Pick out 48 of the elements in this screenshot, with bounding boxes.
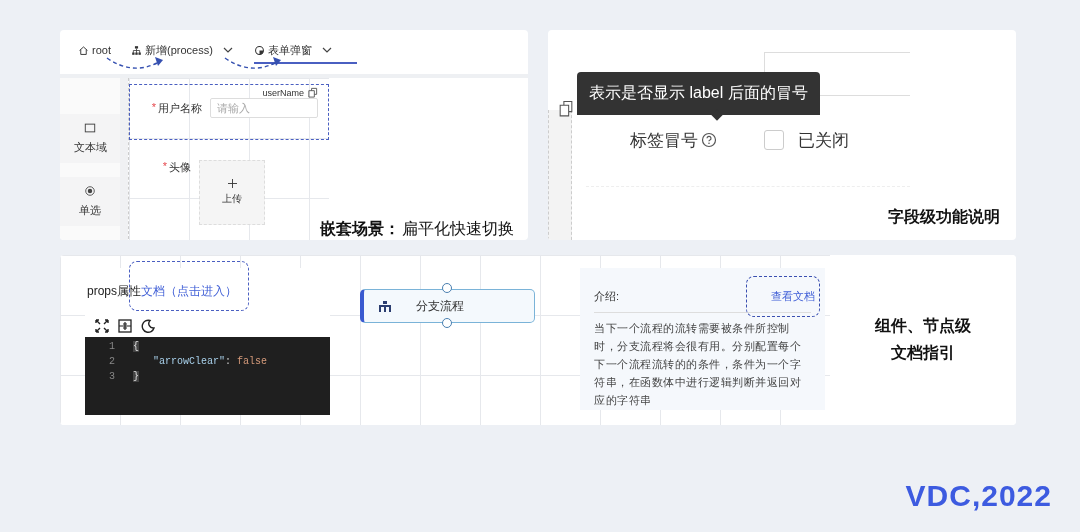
field-label: 用户名称 — [158, 100, 202, 116]
intro-description: 当下一个流程的流转需要被条件所控制时，分支流程将会很有用。分别配置每个下一个流程流转的的条件，条件为一个字符串，在函数体中进行逻辑判断并返回对应的字符串 — [594, 321, 802, 408]
field-label: 头像 — [169, 160, 191, 175]
tooltip: 表示是否显示 label 后面的冒号 — [577, 72, 820, 121]
breadcrumb-tab[interactable]: root — [78, 44, 111, 62]
line-number: 1 — [108, 341, 116, 352]
breadcrumb-tab[interactable]: 新增(process) — [130, 42, 234, 64]
dashed-arrow — [222, 56, 284, 72]
status-text: 已关闭 — [798, 129, 849, 152]
required-mark: * — [162, 160, 167, 174]
caption-subtitle: 扁平化快速切换 — [402, 219, 514, 239]
required-mark: * — [151, 100, 156, 115]
component-item[interactable]: 文本域 — [60, 114, 120, 163]
caption-title: 文档指引 — [891, 343, 955, 363]
component-item[interactable]: 单选 — [60, 177, 120, 226]
hierarchy-icon — [130, 44, 142, 56]
docs-link[interactable]: 文档（点击进入） — [141, 283, 238, 300]
input-field[interactable]: 请输入 — [210, 98, 318, 118]
format-icon[interactable] — [118, 319, 132, 333]
help-icon[interactable] — [701, 132, 717, 148]
intro-label: 介绍: — [594, 288, 620, 304]
checkbox[interactable] — [764, 130, 784, 150]
line-number: 3 — [108, 371, 116, 382]
field-key: userName — [262, 87, 304, 98]
half-circle-icon — [253, 44, 265, 56]
radio-icon — [84, 185, 96, 197]
copy-icon[interactable] — [307, 87, 318, 98]
connection-port[interactable] — [442, 318, 452, 328]
fullscreen-icon[interactable] — [95, 319, 109, 333]
copy-icon[interactable] — [558, 100, 574, 118]
view-docs-link[interactable]: 查看文档 — [746, 275, 820, 317]
caption-title: 嵌套场景： — [320, 219, 400, 239]
flow-node[interactable]: 分支流程 — [360, 289, 535, 323]
logo: VDC,2022 — [905, 479, 1052, 512]
props-title: props属性 — [87, 283, 142, 300]
line-number: 2 — [108, 356, 116, 367]
connection-port[interactable] — [442, 283, 452, 293]
upload-button[interactable]: 上传 — [199, 160, 265, 225]
dashed-arrow — [104, 56, 166, 72]
caption-title: 字段级功能说明 — [888, 207, 1001, 227]
plus-icon — [227, 179, 237, 188]
code-line: "arrowClear": false — [152, 356, 268, 367]
field-label: 标签冒号 — [630, 129, 698, 152]
moon-icon[interactable] — [141, 319, 155, 333]
hierarchy-icon — [378, 299, 392, 313]
caption-title: 组件、节点级 — [875, 316, 971, 336]
textarea-icon — [84, 122, 96, 134]
home-icon — [78, 44, 89, 56]
